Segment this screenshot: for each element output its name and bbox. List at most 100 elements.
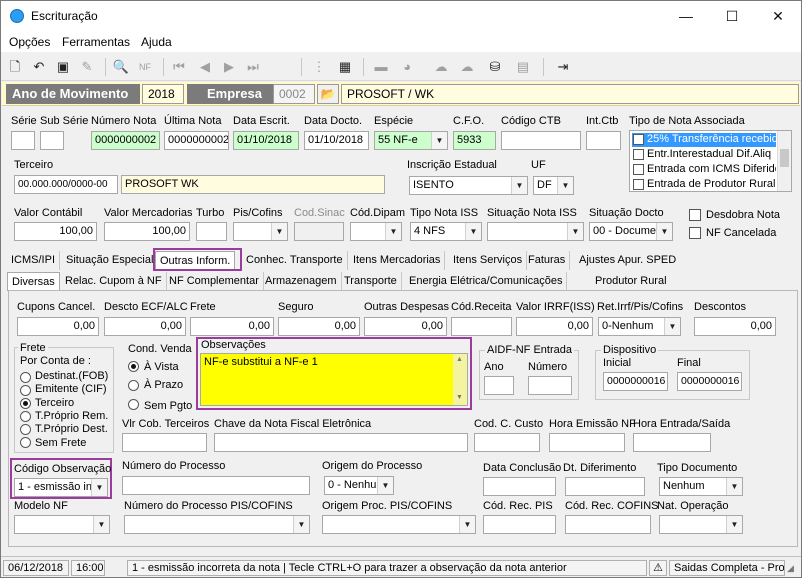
origem-proc-pis-select[interactable]: ▼: [322, 515, 476, 534]
a-vista-radio[interactable]: [128, 361, 139, 372]
data-conclusao-field[interactable]: [483, 477, 556, 496]
cod-rec-cofins-field[interactable]: [565, 515, 651, 534]
settings-icon[interactable]: ▤: [513, 57, 533, 77]
valor-contabil-field[interactable]: 100,00: [14, 222, 97, 241]
save-icon[interactable]: ▣: [53, 57, 73, 77]
list-scrollbar[interactable]: [777, 131, 791, 191]
nf-cancelada-checkbox[interactable]: [689, 227, 701, 239]
modelo-nf-select[interactable]: ▼: [14, 515, 110, 534]
chevron-down-icon[interactable]: ▼: [431, 132, 447, 149]
frete-cif-radio[interactable]: [20, 385, 31, 396]
dispositivo-inicial-field[interactable]: 0000000016: [603, 372, 668, 391]
chave-nfe-field[interactable]: [214, 433, 468, 452]
frete-sem-frete-radio[interactable]: [20, 437, 31, 448]
sem-pgto-radio[interactable]: [128, 399, 139, 410]
tipo-nota-iss-select[interactable]: 4 NFS ▼: [410, 222, 482, 241]
uf-select[interactable]: DF ▼: [533, 176, 574, 195]
menu-opcoes[interactable]: Opções: [9, 35, 50, 49]
chevron-down-icon[interactable]: ▼: [377, 477, 393, 494]
cod-c-custo-field[interactable]: [474, 433, 540, 452]
chevron-down-icon[interactable]: ▼: [726, 478, 742, 495]
cloud-icon[interactable]: ☁: [431, 57, 451, 77]
chevron-down-icon[interactable]: ▼: [557, 177, 573, 194]
print-preview-icon[interactable]: 🔍: [111, 57, 131, 77]
valor-mercadorias-field[interactable]: 100,00: [104, 222, 190, 241]
chevron-down-icon[interactable]: ▼: [459, 516, 475, 533]
data-docto-field[interactable]: 01/10/2018: [304, 131, 369, 150]
scroll-thumb[interactable]: [780, 149, 789, 167]
next-record-icon[interactable]: ▶: [219, 57, 239, 77]
tree-icon[interactable]: ⋮: [309, 57, 329, 77]
aidf-ano-field[interactable]: [484, 376, 514, 395]
situacao-docto-select[interactable]: 00 - Documen ▼: [589, 222, 673, 241]
chevron-down-icon[interactable]: ▼: [293, 516, 309, 533]
tab-itens-servicos[interactable]: Itens Serviços: [449, 251, 528, 270]
tipo-nota-item-selected[interactable]: 25% Transferência recebida: [632, 133, 776, 147]
tab-faturas[interactable]: Faturas: [524, 251, 571, 270]
int-ctb-field[interactable]: [586, 131, 621, 150]
minimize-button[interactable]: —: [663, 1, 709, 32]
outras-despesas-field[interactable]: 0,00: [364, 317, 447, 336]
cloud-2-icon[interactable]: ☁: [457, 57, 477, 77]
numero-processo-pis-select[interactable]: ▼: [124, 515, 310, 534]
codigo-ctb-field[interactable]: [501, 131, 581, 150]
seguro-field[interactable]: 0,00: [278, 317, 360, 336]
tab-situacao-especial[interactable]: Situação Especial: [62, 251, 159, 270]
chevron-down-icon[interactable]: ▼: [656, 223, 672, 240]
first-record-icon[interactable]: ⏮: [169, 57, 189, 77]
chevron-down-icon[interactable]: ▼: [511, 177, 527, 194]
pie-chart-icon[interactable]: ◕: [397, 57, 417, 77]
delete-icon[interactable]: ✎: [77, 57, 97, 77]
hora-emissao-field[interactable]: [549, 433, 625, 452]
ano-movimento-field[interactable]: 2018: [142, 84, 184, 104]
desdobra-nota-checkbox[interactable]: [689, 209, 701, 221]
prev-record-icon[interactable]: ◀: [195, 57, 215, 77]
chevron-down-icon[interactable]: ▼: [726, 516, 742, 533]
tipo-nota-item[interactable]: Entrada de Produtor Rural: [632, 178, 776, 192]
frete-fob-radio[interactable]: [20, 372, 31, 383]
exit-icon[interactable]: ⇥: [553, 57, 573, 77]
checkbox[interactable]: [633, 164, 644, 175]
numero-nota-field[interactable]: 0000000002: [91, 131, 160, 150]
origem-processo-select[interactable]: 0 - Nenhum ▼: [324, 476, 394, 495]
tab-energia-eletrica[interactable]: Energia Elétrica/Comunicações: [405, 272, 568, 291]
maximize-button[interactable]: ☐: [709, 1, 755, 32]
chevron-down-icon[interactable]: ▼: [93, 516, 109, 533]
situacao-iss-select[interactable]: ▼: [487, 222, 584, 241]
tab-nf-complementar[interactable]: NF Complementar: [165, 272, 264, 291]
chevron-down-icon[interactable]: ▼: [91, 479, 107, 496]
chevron-up-icon[interactable]: ▲: [456, 356, 463, 363]
chevron-down-icon[interactable]: ▼: [664, 318, 680, 335]
checkbox[interactable]: [633, 134, 644, 145]
tipo-nota-item[interactable]: Entr.Interestadual Dif.Aliq: [632, 148, 776, 162]
subserie-field[interactable]: [40, 131, 64, 150]
cod-receita-field[interactable]: [451, 317, 512, 336]
tipo-nota-item[interactable]: Entrada com ICMS Diferido: [632, 163, 776, 177]
especie-select[interactable]: 55 NF-e ▼: [374, 131, 448, 150]
chevron-down-icon[interactable]: ▼: [465, 223, 481, 240]
descontos-field[interactable]: 0,00: [694, 317, 776, 336]
chevron-down-icon[interactable]: ▼: [271, 223, 287, 240]
nat-operacao-select[interactable]: ▼: [659, 515, 743, 534]
open-folder-icon[interactable]: 📂: [317, 84, 339, 104]
serie-field[interactable]: [11, 131, 35, 150]
cfo-field[interactable]: 5933: [453, 131, 496, 150]
calculator-icon[interactable]: ▦: [335, 57, 355, 77]
last-record-icon[interactable]: ⏭: [243, 57, 263, 77]
frete-field[interactable]: 0,00: [190, 317, 274, 336]
undo-icon[interactable]: ↶: [29, 57, 49, 77]
inscricao-select[interactable]: ISENTO ▼: [409, 176, 528, 195]
codigo-observacao-select[interactable]: 1 - esmissão inc ▼: [14, 478, 108, 497]
tab-transporte[interactable]: Transporte: [340, 272, 402, 291]
tipo-nota-list[interactable]: 25% Transferência recebida Entr.Interest…: [629, 130, 792, 192]
tab-produtor-rural[interactable]: Produtor Rural: [591, 272, 671, 291]
descto-ecf-field[interactable]: 0,00: [104, 317, 186, 336]
frete-proprio-dest-radio[interactable]: [20, 424, 31, 435]
cupons-cancel-field[interactable]: 0,00: [17, 317, 99, 336]
turbo-field[interactable]: [196, 222, 227, 241]
tax-icon[interactable]: ⛁: [485, 57, 505, 77]
close-button[interactable]: ✕: [755, 1, 801, 32]
new-doc-icon[interactable]: 🗋: [5, 57, 25, 77]
tab-diversas[interactable]: Diversas: [7, 272, 60, 291]
hora-entrada-field[interactable]: [633, 433, 711, 452]
